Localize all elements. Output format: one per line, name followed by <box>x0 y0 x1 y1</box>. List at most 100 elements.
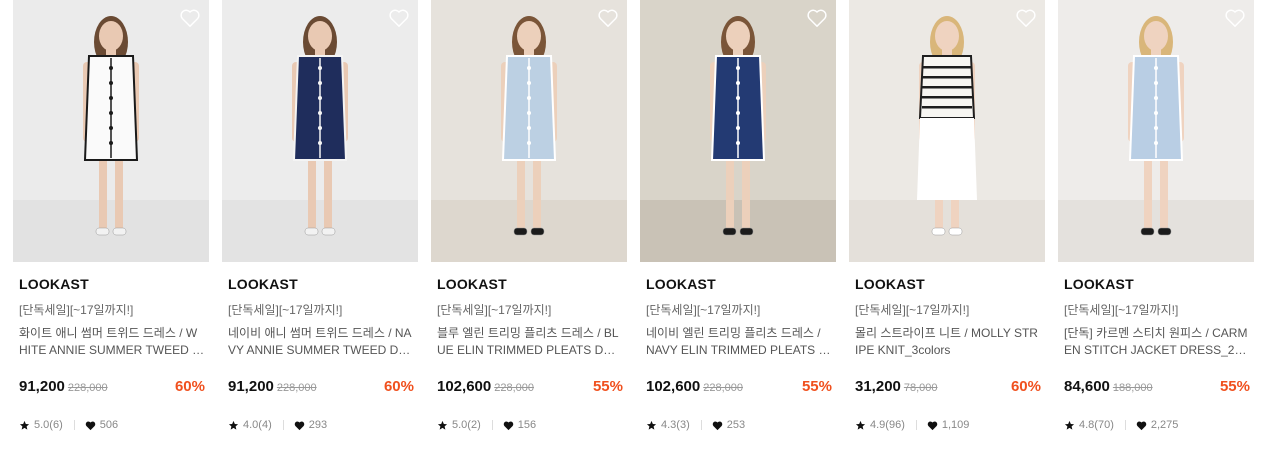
photo-floor <box>222 200 418 262</box>
shoe <box>931 227 946 236</box>
divider <box>282 420 284 430</box>
product-card[interactable]: LOOKAST [단독세일][~17일까지!] 몰리 스트라이프 니트 / MO… <box>849 0 1045 431</box>
review-meta: 4.9(96) 1,109 <box>855 419 1045 431</box>
product-card[interactable]: LOOKAST [단독세일][~17일까지!] [단독] 카르멘 스티치 원피스… <box>1058 0 1254 431</box>
shoe <box>948 227 963 236</box>
product-name[interactable]: 블루 엘린 트리밍 플리츠 드레스 / BLUE ELIN TRIMMED PL… <box>437 325 623 359</box>
skirt <box>917 118 977 200</box>
price-row: 84,600 188,000 55% <box>1064 378 1254 398</box>
heart-outline-icon[interactable] <box>1015 8 1037 28</box>
button <box>527 66 531 70</box>
product-photo <box>431 0 627 262</box>
heart-outline-icon[interactable] <box>179 8 201 28</box>
review-meta: 5.0(2) 156 <box>437 419 627 431</box>
shoe <box>1157 227 1172 236</box>
face <box>99 21 123 51</box>
product-image[interactable] <box>849 0 1045 262</box>
product-photo <box>222 0 418 262</box>
sale-price: 91,200 <box>19 378 65 395</box>
heart-icon <box>927 421 938 430</box>
product-photo <box>849 0 1045 262</box>
price-row: 91,200 228,000 60% <box>228 378 418 398</box>
brand-name[interactable]: LOOKAST <box>855 276 1045 292</box>
button <box>109 141 113 145</box>
button <box>1154 141 1158 145</box>
product-image[interactable] <box>222 0 418 262</box>
button <box>527 111 531 115</box>
rating-text: 4.9(96) <box>870 419 905 431</box>
original-price: 228,000 <box>703 382 743 394</box>
brand-name[interactable]: LOOKAST <box>437 276 627 292</box>
product-card[interactable]: LOOKAST [단독세일][~17일까지!] 네이비 애니 썸머 트위드 드레… <box>222 0 418 431</box>
product-name[interactable]: 몰리 스트라이프 니트 / MOLLY STRIPE KNIT_3colors <box>855 325 1041 359</box>
heart-icon <box>503 421 513 430</box>
product-name[interactable]: 네이비 엘린 트리밍 플리츠 드레스 / NAVY ELIN TRIMMED P… <box>646 325 832 359</box>
heart-outline-icon[interactable] <box>597 8 619 28</box>
price-row: 102,600 228,000 55% <box>646 378 836 398</box>
product-image[interactable] <box>1058 0 1254 262</box>
sale-price: 31,200 <box>855 378 901 395</box>
original-price: 78,000 <box>903 382 938 394</box>
button <box>736 96 740 100</box>
discount-rate: 60% <box>1010 378 1041 395</box>
stripe <box>922 96 972 99</box>
button <box>1154 126 1158 130</box>
product-image[interactable] <box>13 0 209 262</box>
price-row: 31,200 78,000 60% <box>855 378 1045 398</box>
likes-count: 253 <box>726 419 746 431</box>
likes-count: 506 <box>99 419 119 431</box>
product-photo <box>13 0 209 262</box>
button <box>318 111 322 115</box>
heart-outline-icon[interactable] <box>388 8 410 28</box>
likes-count: 1,109 <box>941 419 970 431</box>
discount-rate: 55% <box>592 378 623 395</box>
star-icon <box>437 420 448 430</box>
likes-count: 2,275 <box>1150 419 1179 431</box>
product-name[interactable]: [단독] 카르멘 스티치 원피스 / CARMEN STITCH JACKET … <box>1064 325 1250 359</box>
review-meta: 4.0(4) 293 <box>228 419 418 431</box>
brand-name[interactable]: LOOKAST <box>228 276 418 292</box>
rating-text: 5.0(2) <box>452 419 481 431</box>
button <box>318 126 322 130</box>
stripe <box>922 66 972 69</box>
button <box>736 66 740 70</box>
product-image[interactable] <box>431 0 627 262</box>
button <box>527 126 531 130</box>
product-name[interactable]: 네이비 애니 썸머 트위드 드레스 / NAVY ANNIE SUMMER TW… <box>228 325 414 359</box>
star-icon <box>855 420 866 430</box>
button <box>318 81 322 85</box>
leg <box>308 150 316 230</box>
face <box>935 21 959 51</box>
promo-text: [단독세일][~17일까지!] <box>1064 303 1179 317</box>
divider <box>700 420 702 430</box>
brand-name[interactable]: LOOKAST <box>1064 276 1254 292</box>
rating-text: 5.0(6) <box>34 419 63 431</box>
product-card[interactable]: LOOKAST [단독세일][~17일까지!] 화이트 애니 썸머 트위드 드레… <box>13 0 209 431</box>
button <box>1154 111 1158 115</box>
face <box>308 21 332 51</box>
promo-text: [단독세일][~17일까지!] <box>228 303 343 317</box>
product-card[interactable]: LOOKAST [단독세일][~17일까지!] 네이비 엘린 트리밍 플리츠 드… <box>640 0 836 431</box>
price-row: 91,200 228,000 60% <box>19 378 209 398</box>
stripe <box>922 86 972 89</box>
review-meta: 5.0(6) 506 <box>19 419 209 431</box>
product-card[interactable]: LOOKAST [단독세일][~17일까지!] 블루 엘린 트리밍 플리츠 드레… <box>431 0 627 431</box>
heart-outline-icon[interactable] <box>806 8 828 28</box>
product-image[interactable] <box>640 0 836 262</box>
button <box>527 141 531 145</box>
heart-icon <box>294 421 304 430</box>
rating-text: 4.8(70) <box>1079 419 1114 431</box>
brand-name[interactable]: LOOKAST <box>646 276 836 292</box>
brand-name[interactable]: LOOKAST <box>19 276 209 292</box>
heart-icon <box>85 421 95 430</box>
sale-price: 102,600 <box>437 378 492 395</box>
original-price: 228,000 <box>276 382 317 394</box>
product-name[interactable]: 화이트 애니 썸머 트위드 드레스 / WHITE ANNIE SUMMER T… <box>19 325 205 359</box>
rating-text: 4.3(3) <box>661 419 690 431</box>
leg <box>1144 150 1152 230</box>
heart-outline-icon[interactable] <box>1224 8 1246 28</box>
divider <box>1124 420 1126 430</box>
photo-floor <box>1058 200 1254 262</box>
shoe <box>304 227 319 236</box>
shoe <box>530 227 545 236</box>
